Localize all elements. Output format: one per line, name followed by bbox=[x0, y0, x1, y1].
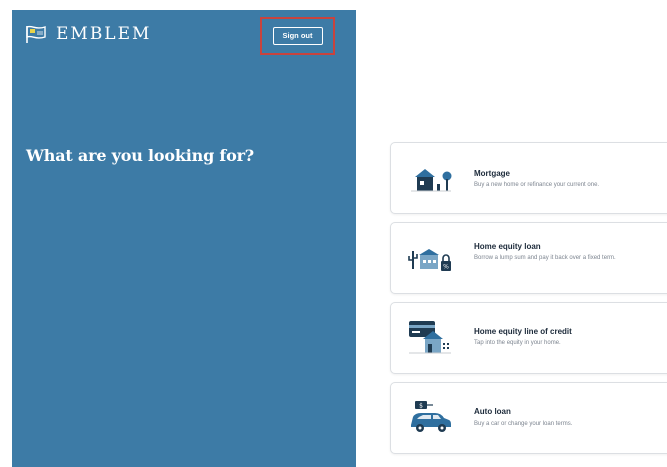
option-title: Auto loan bbox=[474, 407, 511, 416]
brand-name: EMBLEM bbox=[56, 24, 152, 44]
option-description: Buy a car or change your loan terms. bbox=[474, 421, 573, 427]
card-house-icon bbox=[409, 321, 451, 354]
option-card-heloc[interactable]: Home equity line of credit Tap into the … bbox=[390, 302, 667, 374]
svg-text:$: $ bbox=[419, 403, 423, 410]
brand-logo: EMBLEM bbox=[24, 24, 151, 44]
option-description: Tap into the equity in your home. bbox=[474, 340, 561, 346]
car-icon: $ bbox=[411, 401, 451, 432]
option-title: Home equity loan bbox=[474, 242, 541, 251]
option-card-home-equity-loan[interactable]: % Home equity loan Borrow a lump sum and… bbox=[390, 222, 667, 294]
house-lock-icon: % bbox=[408, 249, 451, 271]
option-card-auto-loan[interactable]: $ Auto loan Buy a car or change your loa… bbox=[390, 382, 667, 454]
page-title: What are you looking for? bbox=[26, 146, 254, 165]
sign-out-button[interactable]: Sign out bbox=[272, 27, 323, 45]
option-description: Buy a new home or refinance your current… bbox=[474, 182, 600, 188]
svg-text:%: % bbox=[443, 264, 449, 271]
app-frame: EMBLEM Sign out What are you looking for… bbox=[0, 0, 667, 467]
left-panel: EMBLEM Sign out What are you looking for… bbox=[12, 10, 356, 467]
option-description: Borrow a lump sum and pay it back over a… bbox=[474, 255, 616, 261]
sign-out-highlight: Sign out bbox=[260, 17, 335, 55]
option-title: Home equity line of credit bbox=[474, 327, 572, 336]
house-tree-icon bbox=[411, 169, 452, 192]
flag-logo-icon bbox=[26, 25, 46, 43]
option-title: Mortgage bbox=[474, 169, 510, 178]
option-card-mortgage[interactable]: Mortgage Buy a new home or refinance you… bbox=[390, 142, 667, 214]
